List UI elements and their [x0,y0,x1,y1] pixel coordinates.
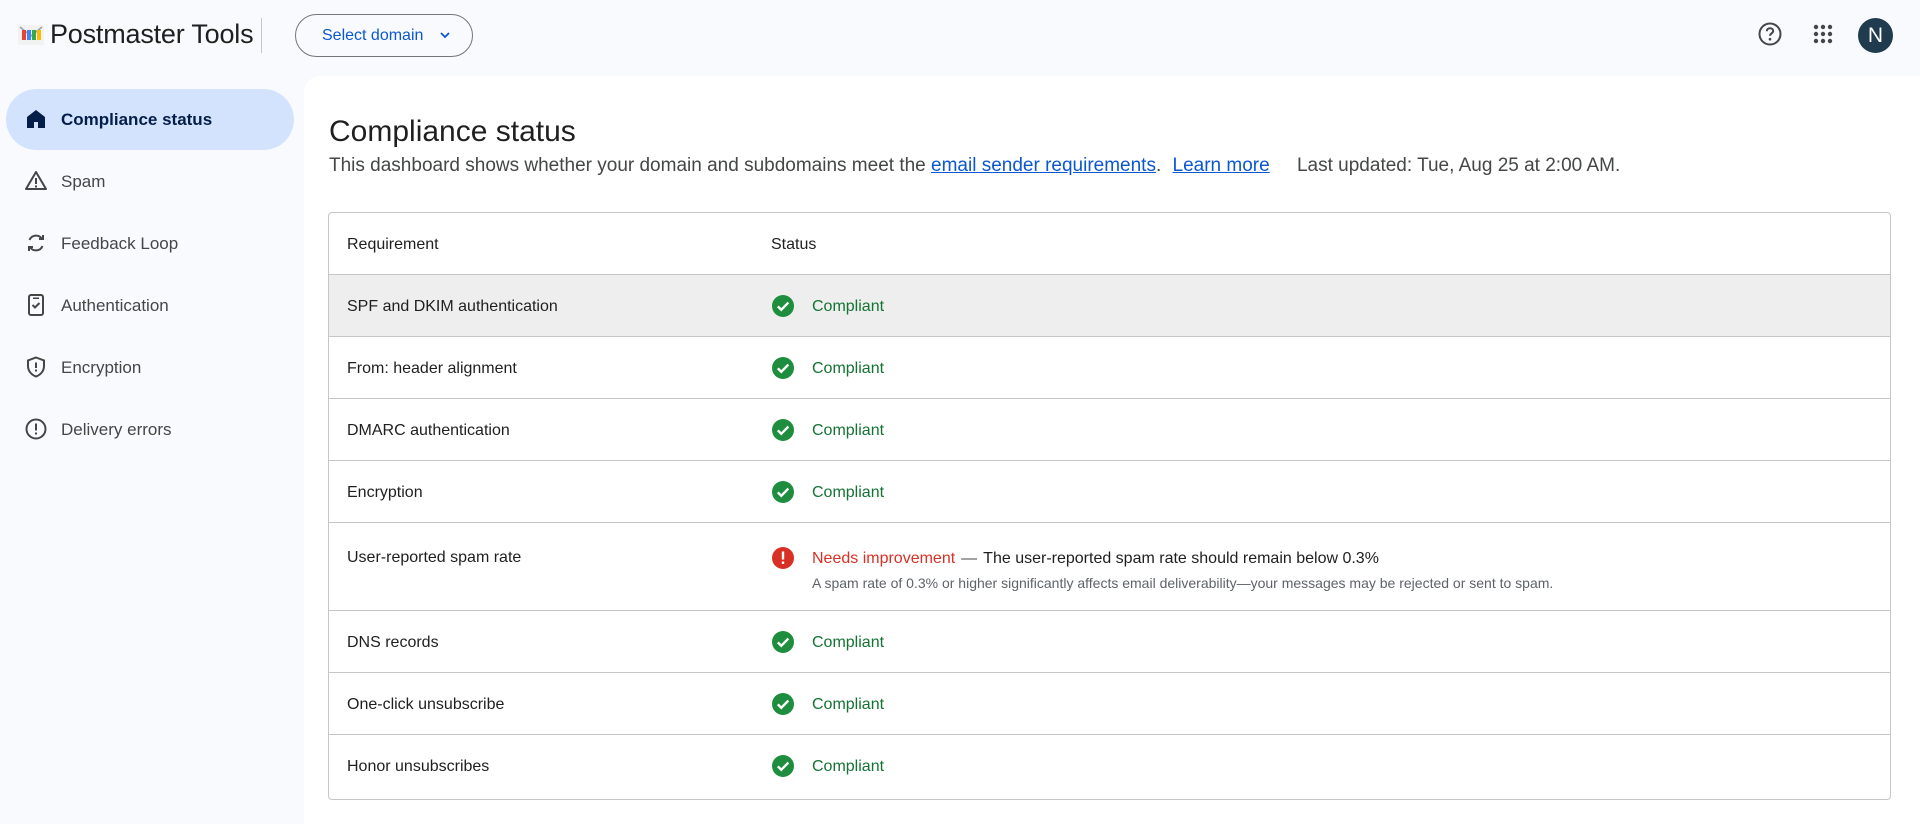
check-circle-icon [772,295,794,317]
compliance-table: Requirement Status SPF and DKIM authenti… [328,212,1891,800]
requirement-cell: DNS records [347,634,439,651]
column-header-status: Status [771,236,817,253]
requirement-cell: SPF and DKIM authentication [347,298,558,315]
table-row[interactable]: Honor unsubscribes Compliant [329,735,1890,799]
status-explanation: The user-reported spam rate should remai… [983,550,1379,567]
error-circle-icon [772,547,794,569]
app-title: Postmaster Tools [50,19,254,49]
help-button[interactable] [1754,18,1786,50]
check-circle-icon [772,419,794,441]
status-compliant: Compliant [812,422,885,439]
main-panel: Compliance status This dashboard shows w… [304,76,1920,824]
sidebar-item-spam[interactable]: Spam [6,151,294,212]
check-circle-icon [772,631,794,653]
requirement-cell: One-click unsubscribe [347,696,505,713]
help-icon [1758,22,1782,46]
status-label: Needs improvement [812,550,956,567]
last-updated: Last updated: Tue, Aug 25 at 2:00 AM. [1296,155,1621,176]
shield-icon [23,354,49,380]
logo-icon [18,25,44,45]
select-domain-button[interactable]: Select domain [295,14,473,57]
status-needs-improvement: Needs improvement — The user-reported spam… [812,550,1379,568]
sidebar-item-authentication[interactable]: Authentication [6,275,294,336]
sidebar-item-label: Authentication [61,295,169,315]
check-circle-icon [772,755,794,777]
chevron-down-icon [440,32,450,39]
sidebar-item-label: Delivery errors [61,419,172,439]
header-divider [261,18,262,53]
table-row[interactable]: DMARC authentication Compliant [329,399,1890,461]
status-compliant: Compliant [812,758,885,775]
apps-button[interactable] [1807,18,1839,50]
alert-circle-icon [23,416,49,442]
sidebar-item-label: Compliance status [61,109,213,129]
table-row[interactable]: DNS records Compliant [329,611,1890,673]
sidebar-item-label: Feedback Loop [61,233,179,253]
table-row[interactable]: User-reported spam rate Needs improvemen… [329,523,1890,611]
top-app-bar: Postmaster Tools Select domain N [0,0,1920,72]
status-compliant: Compliant [812,298,885,315]
page-subtitle: This dashboard shows whether your domain… [329,155,1620,177]
requirement-cell: Encryption [347,484,423,501]
status-compliant: Compliant [812,484,885,501]
status-compliant: Compliant [812,360,885,377]
sidebar-item-label: Encryption [61,357,142,377]
requirement-cell: From: header alignment [347,360,517,377]
subtitle-period: . [1155,155,1162,176]
apps-grid-icon [1813,24,1833,44]
table-row[interactable]: From: header alignment Compliant [329,337,1890,399]
phone-check-icon [23,292,49,318]
sidebar-item-delivery-errors[interactable]: Delivery errors [6,399,294,460]
requirement-cell: User-reported spam rate [347,549,522,566]
requirement-cell: Honor unsubscribes [347,758,490,775]
requirement-cell: DMARC authentication [347,422,510,439]
check-circle-icon [772,481,794,503]
learn-more-link[interactable]: Learn more [1173,155,1270,176]
warning-triangle-icon [23,168,49,194]
sidebar-item-compliance-status[interactable]: Compliance status [6,89,294,150]
status-dash: — [961,550,978,567]
table-row[interactable]: SPF and DKIM authentication Compliant [329,275,1890,337]
check-circle-icon [772,693,794,715]
subtitle-text: This dashboard shows whether your domain… [329,155,932,176]
sidebar-item-label: Spam [61,171,106,191]
sidebar-item-feedback-loop[interactable]: Feedback Loop [6,213,294,274]
status-detail: A spam rate of 0.3% or higher significan… [812,575,1554,591]
table-row[interactable]: Encryption Compliant [329,461,1890,523]
check-circle-icon [772,357,794,379]
table-row[interactable]: One-click unsubscribe Compliant [329,673,1890,735]
status-compliant: Compliant [812,634,885,651]
table-header-row: Requirement Status [329,213,1890,275]
status-compliant: Compliant [812,696,885,713]
avatar[interactable]: N [1858,18,1893,53]
sync-icon [23,230,49,256]
column-header-requirement: Requirement [347,236,439,253]
page-title: Compliance status [329,115,576,148]
sidebar-item-encryption[interactable]: Encryption [6,337,294,398]
home-icon [23,106,49,132]
select-domain-label: Select domain [322,26,424,44]
email-sender-requirements-link[interactable]: email sender requirements [931,155,1156,176]
